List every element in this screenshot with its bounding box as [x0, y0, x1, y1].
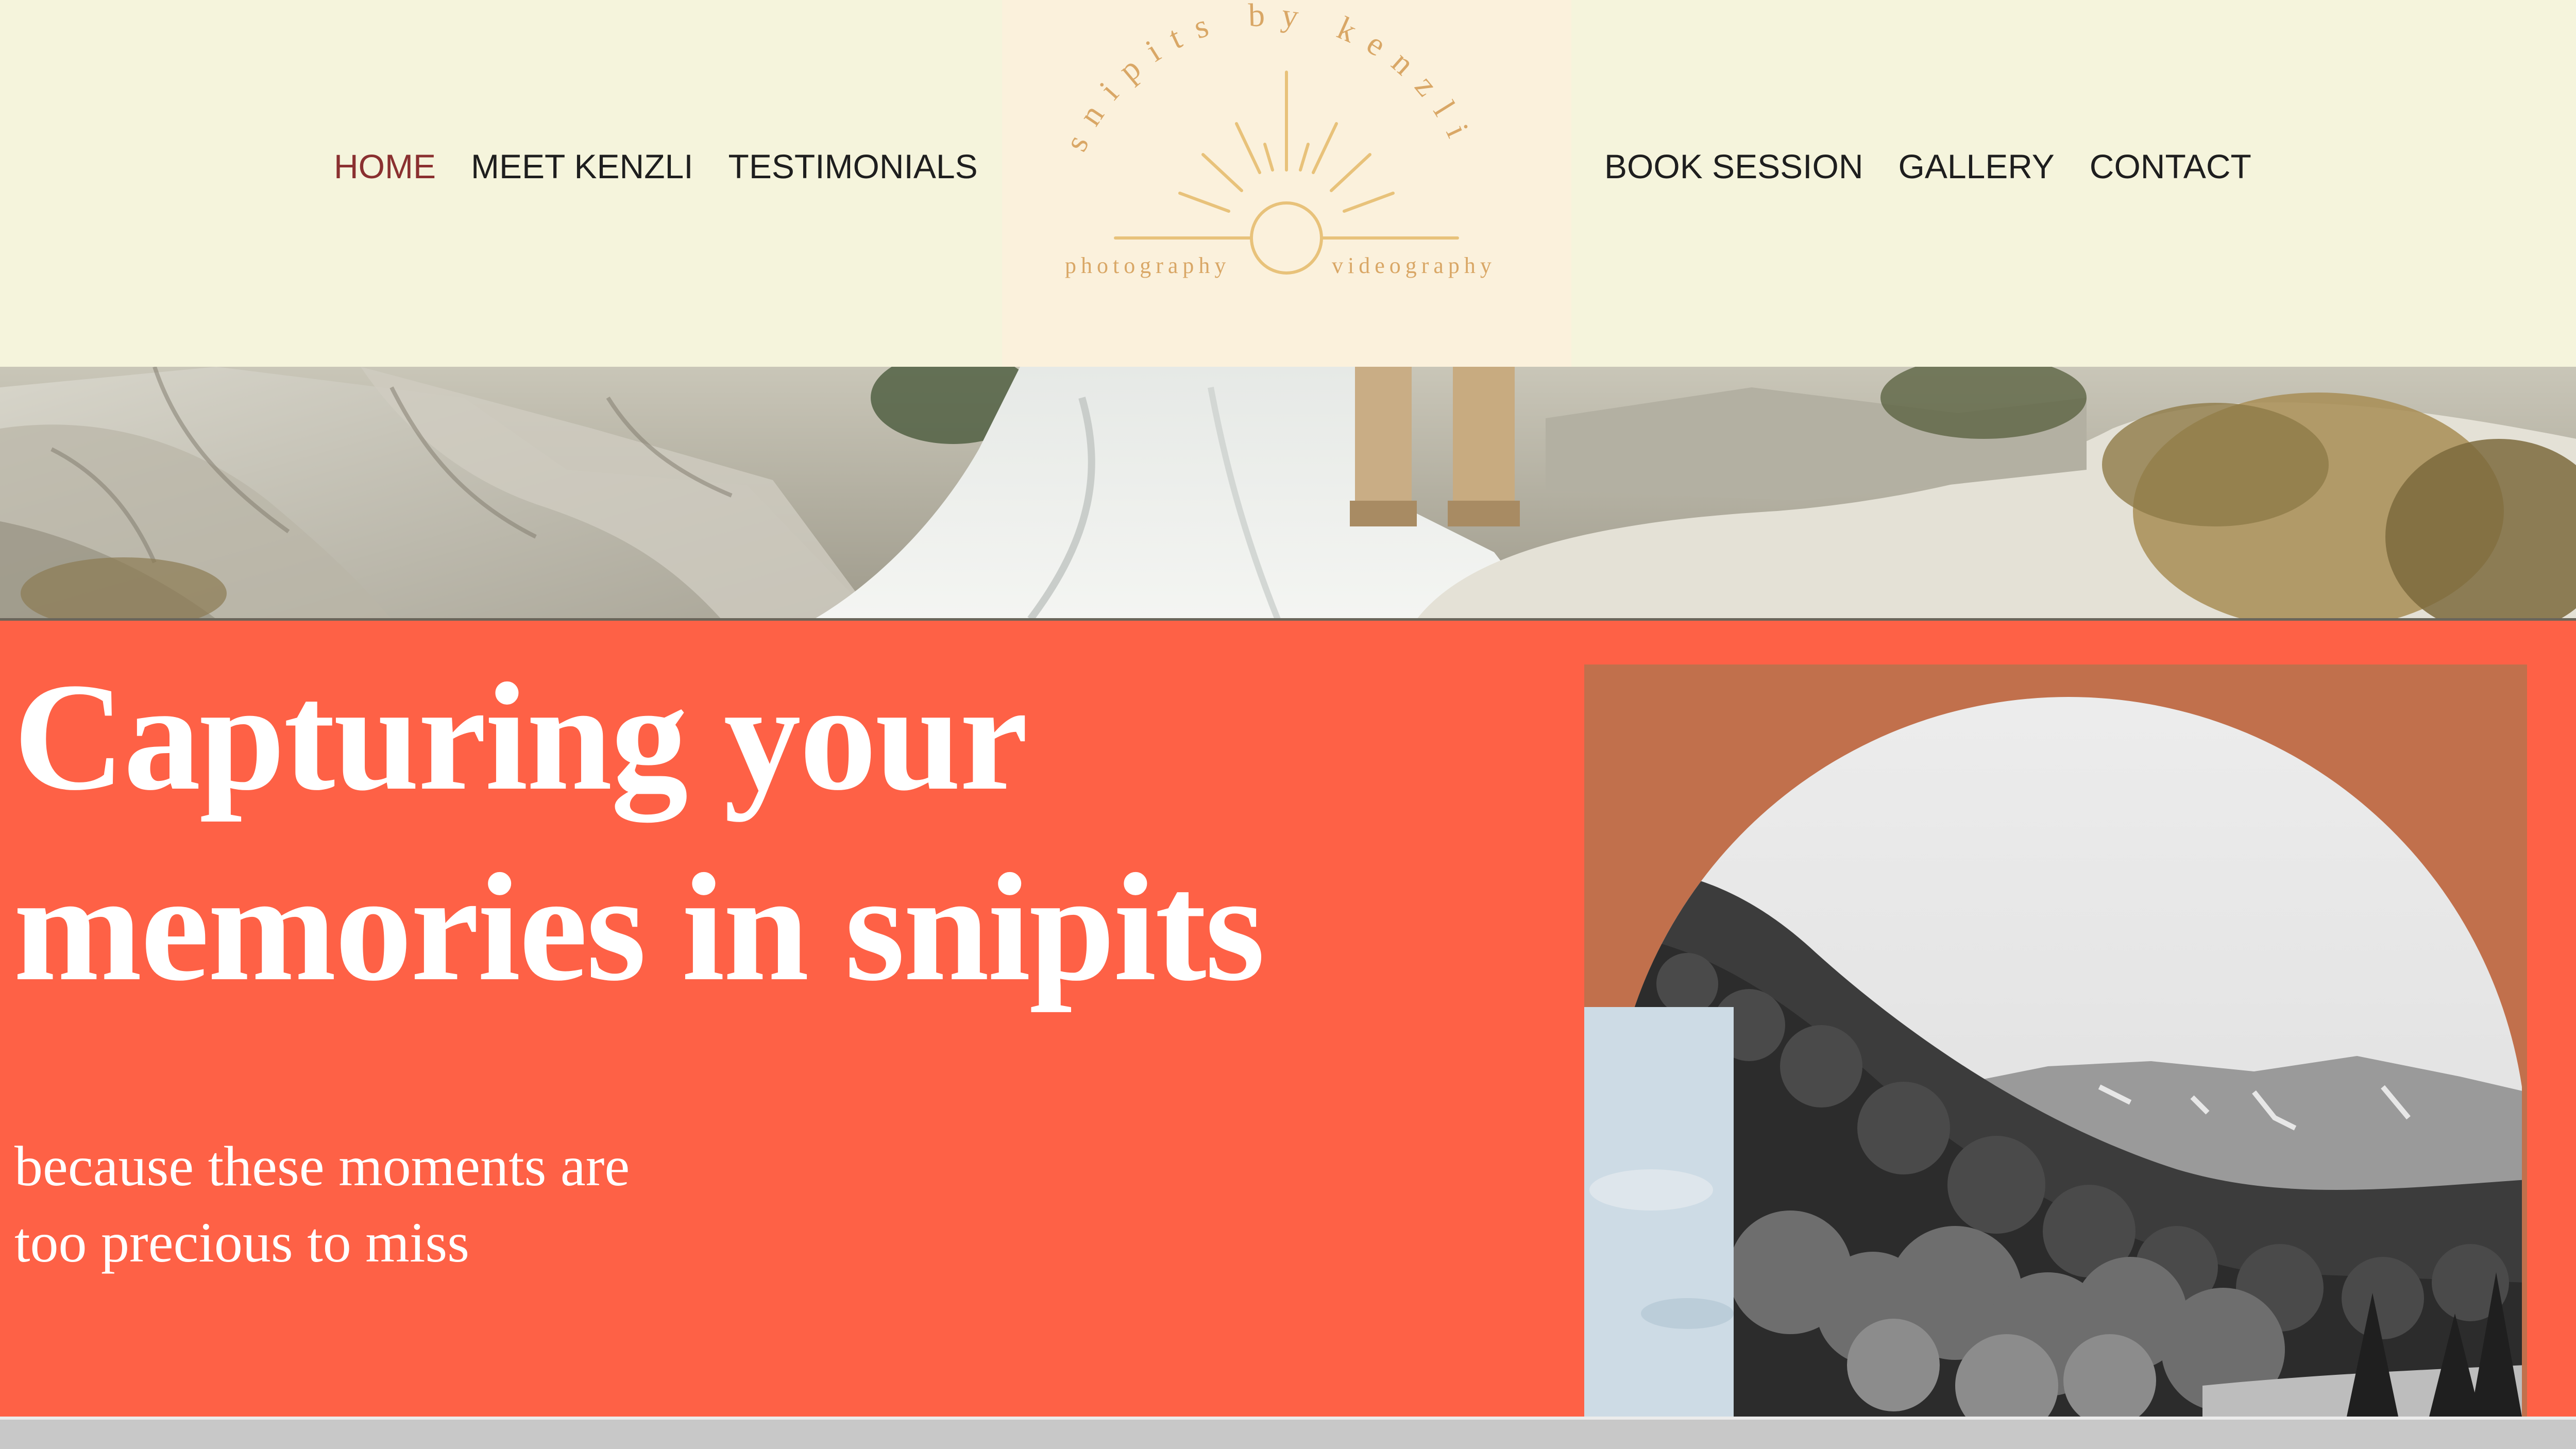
nav-right: BOOK SESSION GALLERY CONTACT — [1604, 149, 2251, 183]
nav-meet-kenzli[interactable]: MEET KENZLI — [471, 149, 693, 183]
hero-subline: because these moments are too precious t… — [14, 1128, 630, 1281]
nav-gallery[interactable]: GALLERY — [1898, 149, 2054, 183]
wedding-rocks-photo — [0, 367, 2576, 619]
mountain-arch-photo — [1584, 697, 2522, 1417]
sun-rays-icon: snipits by kenzli photography videograph… — [1057, 0, 1496, 278]
scrollbar-top-edge — [0, 1417, 2576, 1420]
logo-arc-text: snipits by kenzli — [1057, 0, 1483, 157]
headline-line-1: Capturing your — [13, 651, 1028, 822]
site-logo[interactable]: snipits by kenzli photography videograph… — [1002, 0, 1571, 367]
hero-photo-strip — [0, 367, 2576, 619]
hero-headline: Capturing your memories in snipits — [13, 641, 1265, 1022]
site-header: HOME MEET KENZLI TESTIMONIALS snipits by… — [0, 0, 2576, 367]
nav-testimonials[interactable]: TESTIMONIALS — [728, 149, 978, 183]
subline-line-2: too precious to miss — [14, 1211, 470, 1274]
hero-arch-image — [1584, 664, 2527, 1417]
subline-line-1: because these moments are — [14, 1135, 630, 1198]
logo-right-caption: videography — [1332, 253, 1496, 278]
logo-left-caption: photography — [1065, 253, 1230, 278]
nav-contact[interactable]: CONTACT — [2090, 149, 2251, 183]
horizontal-scrollbar[interactable] — [0, 1417, 2576, 1449]
nav-book-session[interactable]: BOOK SESSION — [1604, 149, 1863, 183]
hero-section: Capturing your memories in snipits becau… — [0, 621, 2576, 1417]
headline-line-2: memories in snipits — [13, 842, 1265, 1013]
nav-left: HOME MEET KENZLI TESTIMONIALS — [334, 149, 978, 183]
nav-home[interactable]: HOME — [334, 149, 436, 183]
